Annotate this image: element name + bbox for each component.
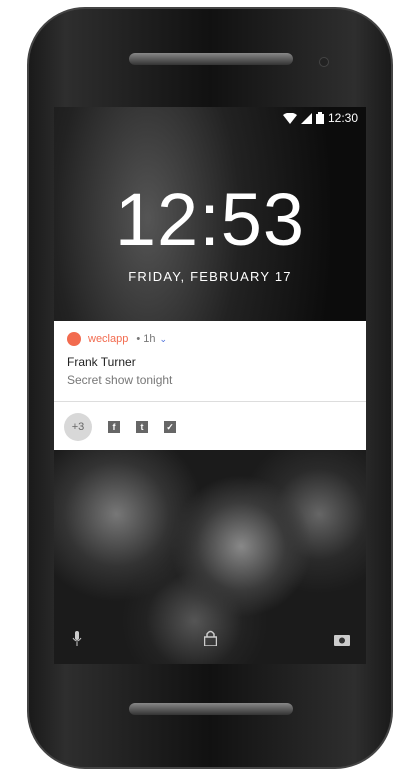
lock-icon[interactable] <box>204 630 217 646</box>
camera-icon[interactable] <box>334 633 350 646</box>
divider <box>54 401 366 402</box>
more-count-badge[interactable]: +3 <box>64 413 92 441</box>
notification-app-name: weclapp <box>88 333 129 345</box>
lock-clock: 12:53 <box>114 178 306 261</box>
status-bar: 12:30 <box>282 111 358 125</box>
microphone-icon[interactable] <box>72 631 82 646</box>
top-speaker <box>129 53 293 65</box>
notification-card[interactable]: weclapp • 1h ⌄ Frank Turner Secret show … <box>54 321 366 450</box>
lock-screen: 12:30 12:53 FRIDAY, FEBRUARY 17 weclapp … <box>54 107 366 664</box>
weclapp-app-icon <box>67 332 81 346</box>
lock-date: FRIDAY, FEBRUARY 17 <box>128 269 292 284</box>
tumblr-icon[interactable]: t <box>136 421 148 433</box>
signal-icon <box>300 112 312 124</box>
twitter-icon[interactable]: ✓ <box>164 421 176 433</box>
notification-title: Frank Turner <box>67 355 136 369</box>
notification-time: • 1h <box>136 333 156 345</box>
bottom-speaker <box>129 703 293 715</box>
notification-body: Secret show tonight <box>67 373 173 387</box>
status-time: 12:30 <box>327 111 358 125</box>
wifi-icon <box>282 112 297 124</box>
facebook-icon[interactable]: f <box>108 421 120 433</box>
front-camera <box>319 57 329 67</box>
chevron-down-icon[interactable]: ⌄ <box>160 334 168 345</box>
battery-icon <box>315 112 324 124</box>
